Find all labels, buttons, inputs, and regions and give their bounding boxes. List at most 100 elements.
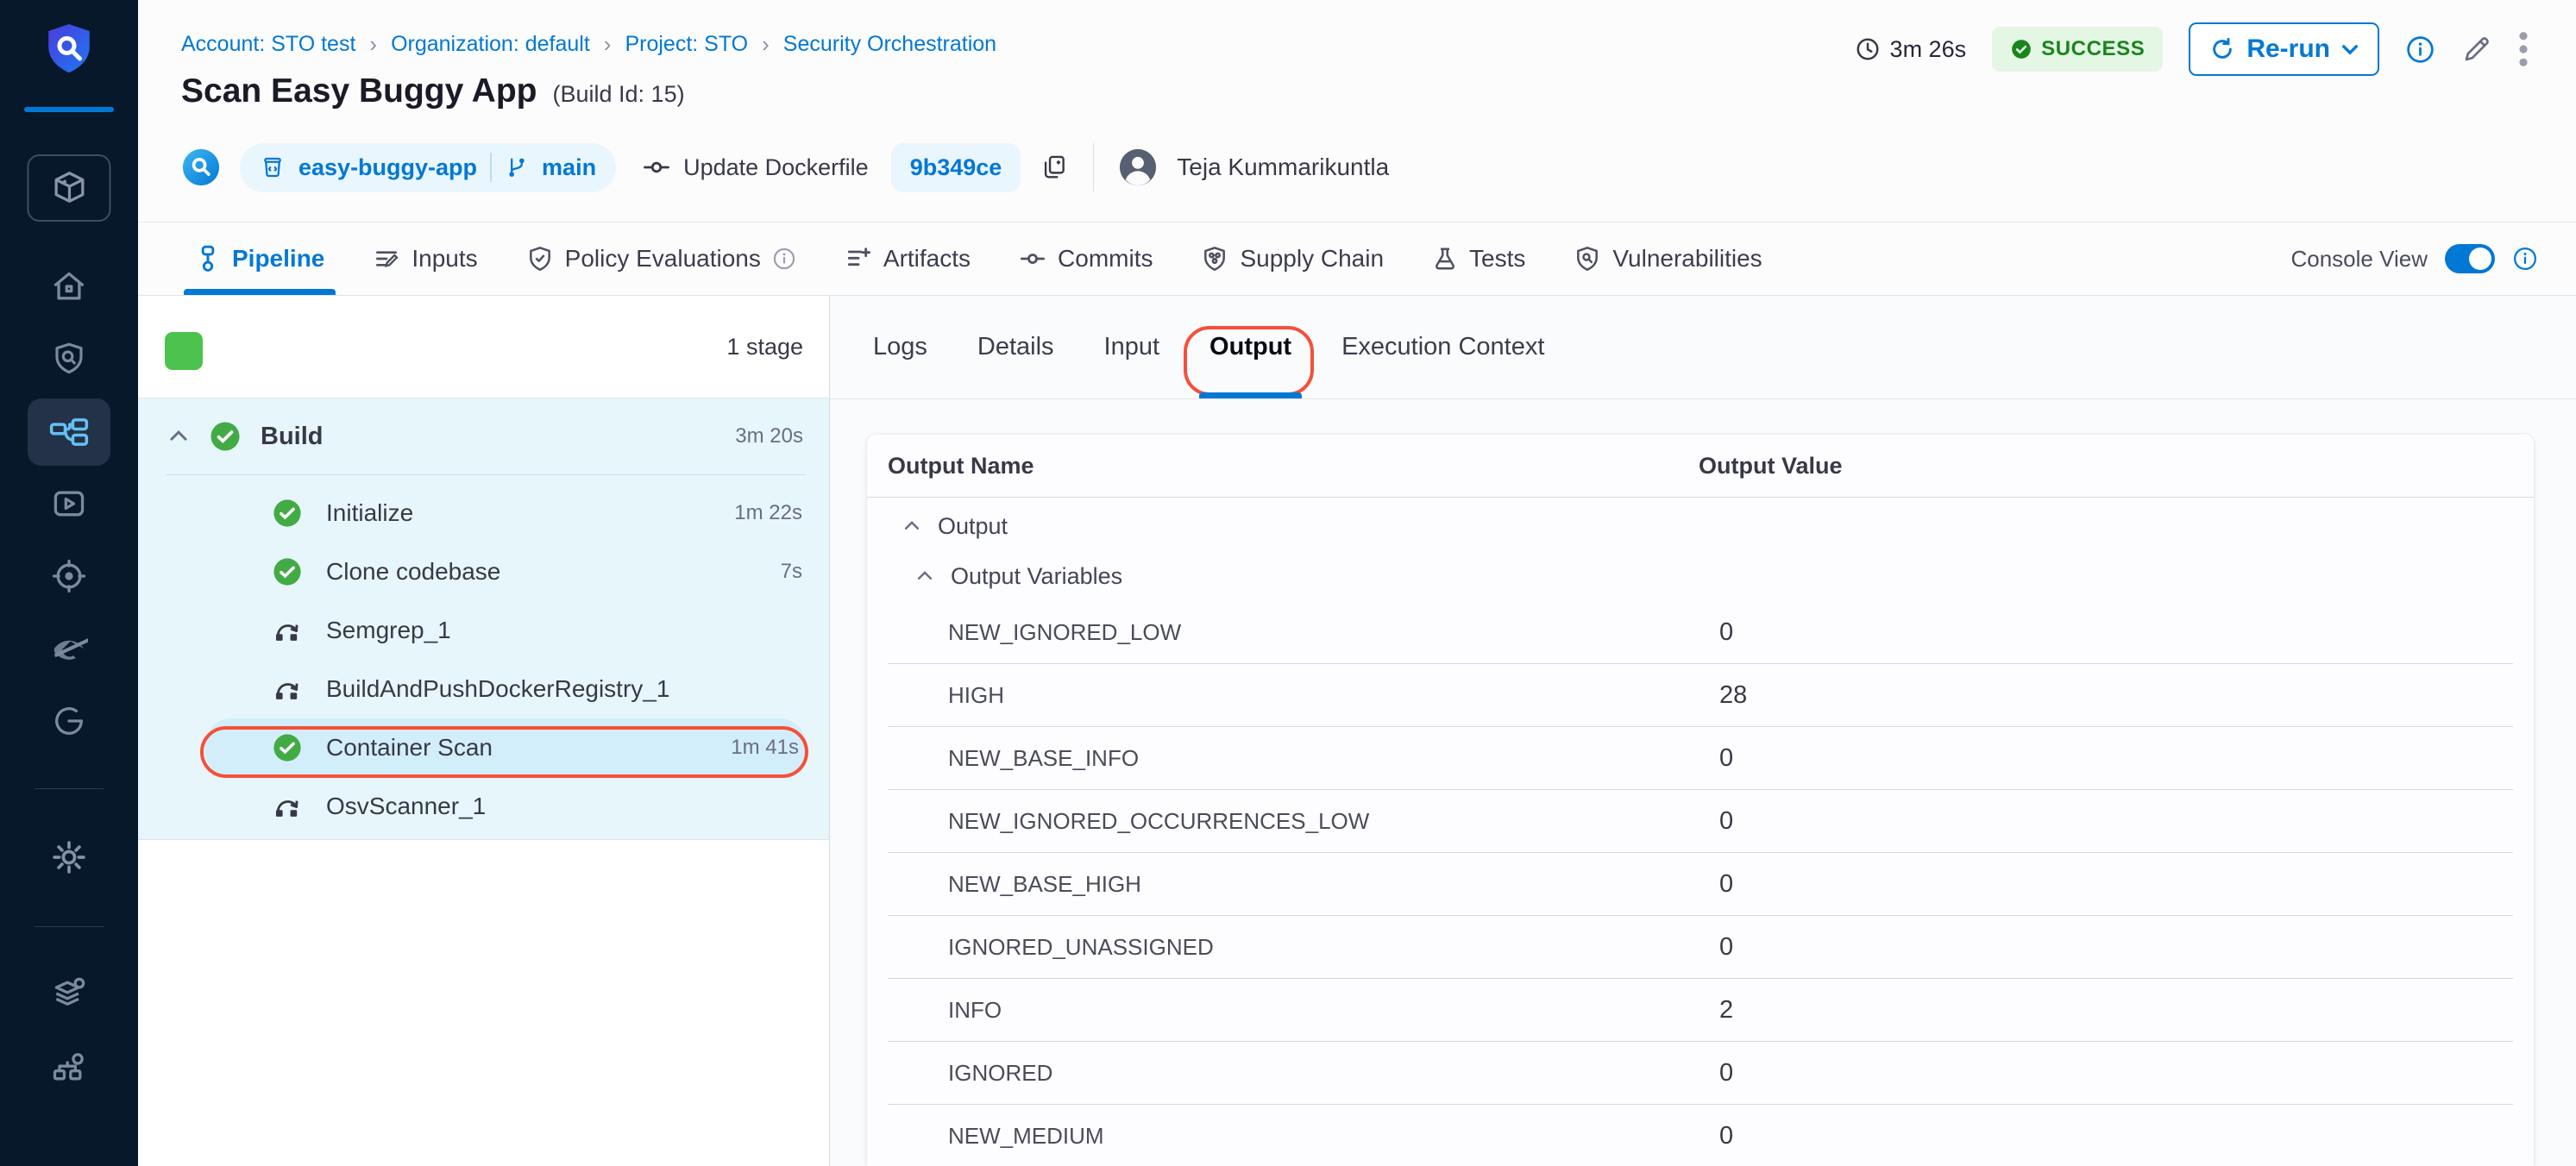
commit-message: Update Dockerfile: [642, 153, 869, 182]
breadcrumb-organization[interactable]: Organization: default: [391, 32, 590, 57]
cube-icon: [49, 168, 89, 208]
pipelines-icon: [49, 415, 89, 449]
success-icon: [273, 733, 302, 762]
breadcrumb-project[interactable]: Project: STO: [625, 32, 748, 57]
test-targets-icon[interactable]: [50, 557, 88, 595]
collapse-chevron-icon[interactable]: [167, 425, 190, 448]
pill-divider: [490, 153, 492, 182]
refresh-icon: [2209, 36, 2235, 62]
page-title: Scan Easy Buggy App: [181, 72, 537, 110]
tab-input[interactable]: Input: [1104, 296, 1160, 398]
collapse-chevron-icon[interactable]: [915, 567, 934, 586]
elapsed-time-value: 3m 26s: [1890, 36, 1967, 63]
table-row: NEW_BASE_HIGH 0: [867, 853, 2534, 915]
step-row-clone-codebase[interactable]: Clone codebase 7s: [138, 542, 829, 601]
tab-tests[interactable]: Tests: [1432, 223, 1525, 295]
step-row-initialize[interactable]: Initialize 1m 22s: [138, 484, 829, 542]
breadcrumb-account[interactable]: Account: STO test: [181, 32, 355, 57]
rerun-button[interactable]: Re-run: [2189, 22, 2379, 76]
output-value: 0: [1719, 870, 1733, 899]
group-label: Output: [938, 513, 1008, 540]
step-row-semgrep[interactable]: Semgrep_1: [138, 601, 829, 660]
organizations-icon[interactable]: [50, 1049, 88, 1087]
more-options-kebab-icon[interactable]: [2518, 31, 2529, 67]
step-name: Semgrep_1: [326, 617, 451, 644]
output-value: 0: [1719, 933, 1733, 962]
tab-supply-chain[interactable]: Supply Chain: [1201, 223, 1384, 295]
success-icon: [273, 498, 302, 528]
default-settings-layers-icon[interactable]: [50, 975, 88, 1012]
group-row-output-variables[interactable]: Output Variables: [867, 551, 2534, 601]
console-view-info-icon[interactable]: [2512, 246, 2538, 272]
group-row-output[interactable]: Output: [867, 501, 2534, 551]
execution-panels: 1 stage Build 3m 20s: [138, 296, 2576, 1166]
home-icon[interactable]: [50, 268, 88, 306]
commit-message-text: Update Dockerfile: [683, 154, 869, 181]
column-output-name: Output Name: [888, 453, 1699, 480]
elapsed-time: 3m 26s: [1855, 36, 1967, 63]
tab-label: Supply Chain: [1240, 245, 1384, 273]
step-duration: 1m 41s: [731, 736, 799, 760]
settings-gear-icon[interactable]: [50, 838, 88, 876]
nav-divider: [35, 926, 104, 927]
success-icon: [273, 557, 302, 586]
pipelines-nav-active[interactable]: [28, 398, 110, 466]
overview-scan-icon[interactable]: [50, 339, 88, 377]
policy-info-icon[interactable]: [772, 247, 796, 271]
step-row-osvscanner[interactable]: OsvScanner_1: [138, 777, 829, 836]
repo-branch-pill[interactable]: easy-buggy-app main: [240, 143, 616, 192]
build-info-row: easy-buggy-app main Update Dockerfile 9b…: [181, 141, 1389, 193]
stage-status-chip[interactable]: [165, 332, 203, 370]
tab-logs[interactable]: Logs: [873, 296, 927, 398]
output-table-body: Output Output Variables NEW_IGNORED_LOW …: [867, 498, 2534, 1166]
tab-policy-evaluations[interactable]: Policy Evaluations: [526, 223, 796, 295]
step-row-container-scan[interactable]: Container Scan 1m 41s: [205, 718, 806, 777]
executions-icon[interactable]: [50, 485, 88, 523]
tab-label: Inputs: [412, 245, 477, 273]
branch-name: main: [542, 154, 596, 181]
commit-sha-pill[interactable]: 9b349ce: [891, 143, 1021, 192]
output-name: NEW_BASE_HIGH: [948, 871, 1719, 898]
tab-details[interactable]: Details: [977, 296, 1054, 398]
get-started-icon[interactable]: [50, 702, 88, 740]
output-table-header: Output Name Output Value: [867, 435, 2534, 498]
table-row: NEW_IGNORED_LOW 0: [867, 601, 2534, 663]
execution-header: Account: STO test › Organization: defaul…: [138, 0, 2576, 223]
tab-artifacts[interactable]: Artifacts: [845, 223, 971, 295]
console-view-toggle[interactable]: [2445, 244, 2495, 273]
collapse-chevron-icon[interactable]: [902, 517, 921, 536]
status-badge: SUCCESS: [1992, 27, 2163, 72]
not-executed-icon: [273, 674, 302, 704]
tab-pipeline[interactable]: Pipeline: [195, 223, 324, 295]
breadcrumb: Account: STO test › Organization: defaul…: [181, 31, 996, 58]
tab-inputs[interactable]: Inputs: [373, 223, 477, 295]
pipeline-icon: [195, 245, 221, 273]
console-view-label: Console View: [2290, 246, 2428, 273]
harness-sto-logo[interactable]: [43, 21, 95, 79]
table-row: HIGH 28: [867, 664, 2534, 726]
chevron-down-icon: [2341, 43, 2359, 55]
table-row: INFO 2: [867, 979, 2534, 1041]
output-name: NEW_IGNORED_OCCURRENCES_LOW: [948, 808, 1719, 835]
rerun-button-label: Re-run: [2246, 34, 2330, 64]
title-row: Scan Easy Buggy App (Build Id: 15): [181, 72, 685, 110]
copy-sha-icon[interactable]: [1040, 153, 1069, 182]
info-icon[interactable]: [2405, 34, 2435, 65]
author-name: Teja Kummarikuntla: [1177, 154, 1389, 181]
stage-row-build[interactable]: Build 3m 20s: [138, 398, 829, 474]
tab-output[interactable]: Output: [1209, 296, 1291, 398]
step-row-build-and-push[interactable]: BuildAndPushDockerRegistry_1: [138, 660, 829, 718]
edit-pipeline-icon[interactable]: [2461, 34, 2492, 65]
table-row: NEW_MEDIUM 0: [867, 1105, 2534, 1166]
output-name: NEW_BASE_INFO: [948, 745, 1719, 772]
module-selector-button[interactable]: [28, 154, 111, 222]
tab-execution-context[interactable]: Execution Context: [1341, 296, 1544, 398]
breadcrumb-module[interactable]: Security Orchestration: [783, 32, 996, 57]
commit-icon: [642, 153, 671, 182]
output-value: 0: [1719, 1122, 1733, 1150]
tab-commits[interactable]: Commits: [1019, 223, 1153, 295]
exemptions-eye-slash-icon[interactable]: [50, 630, 88, 668]
status-badge-label: SUCCESS: [2041, 37, 2145, 61]
sto-module-icon: [181, 147, 221, 187]
tab-vulnerabilities[interactable]: Vulnerabilities: [1574, 223, 1762, 295]
